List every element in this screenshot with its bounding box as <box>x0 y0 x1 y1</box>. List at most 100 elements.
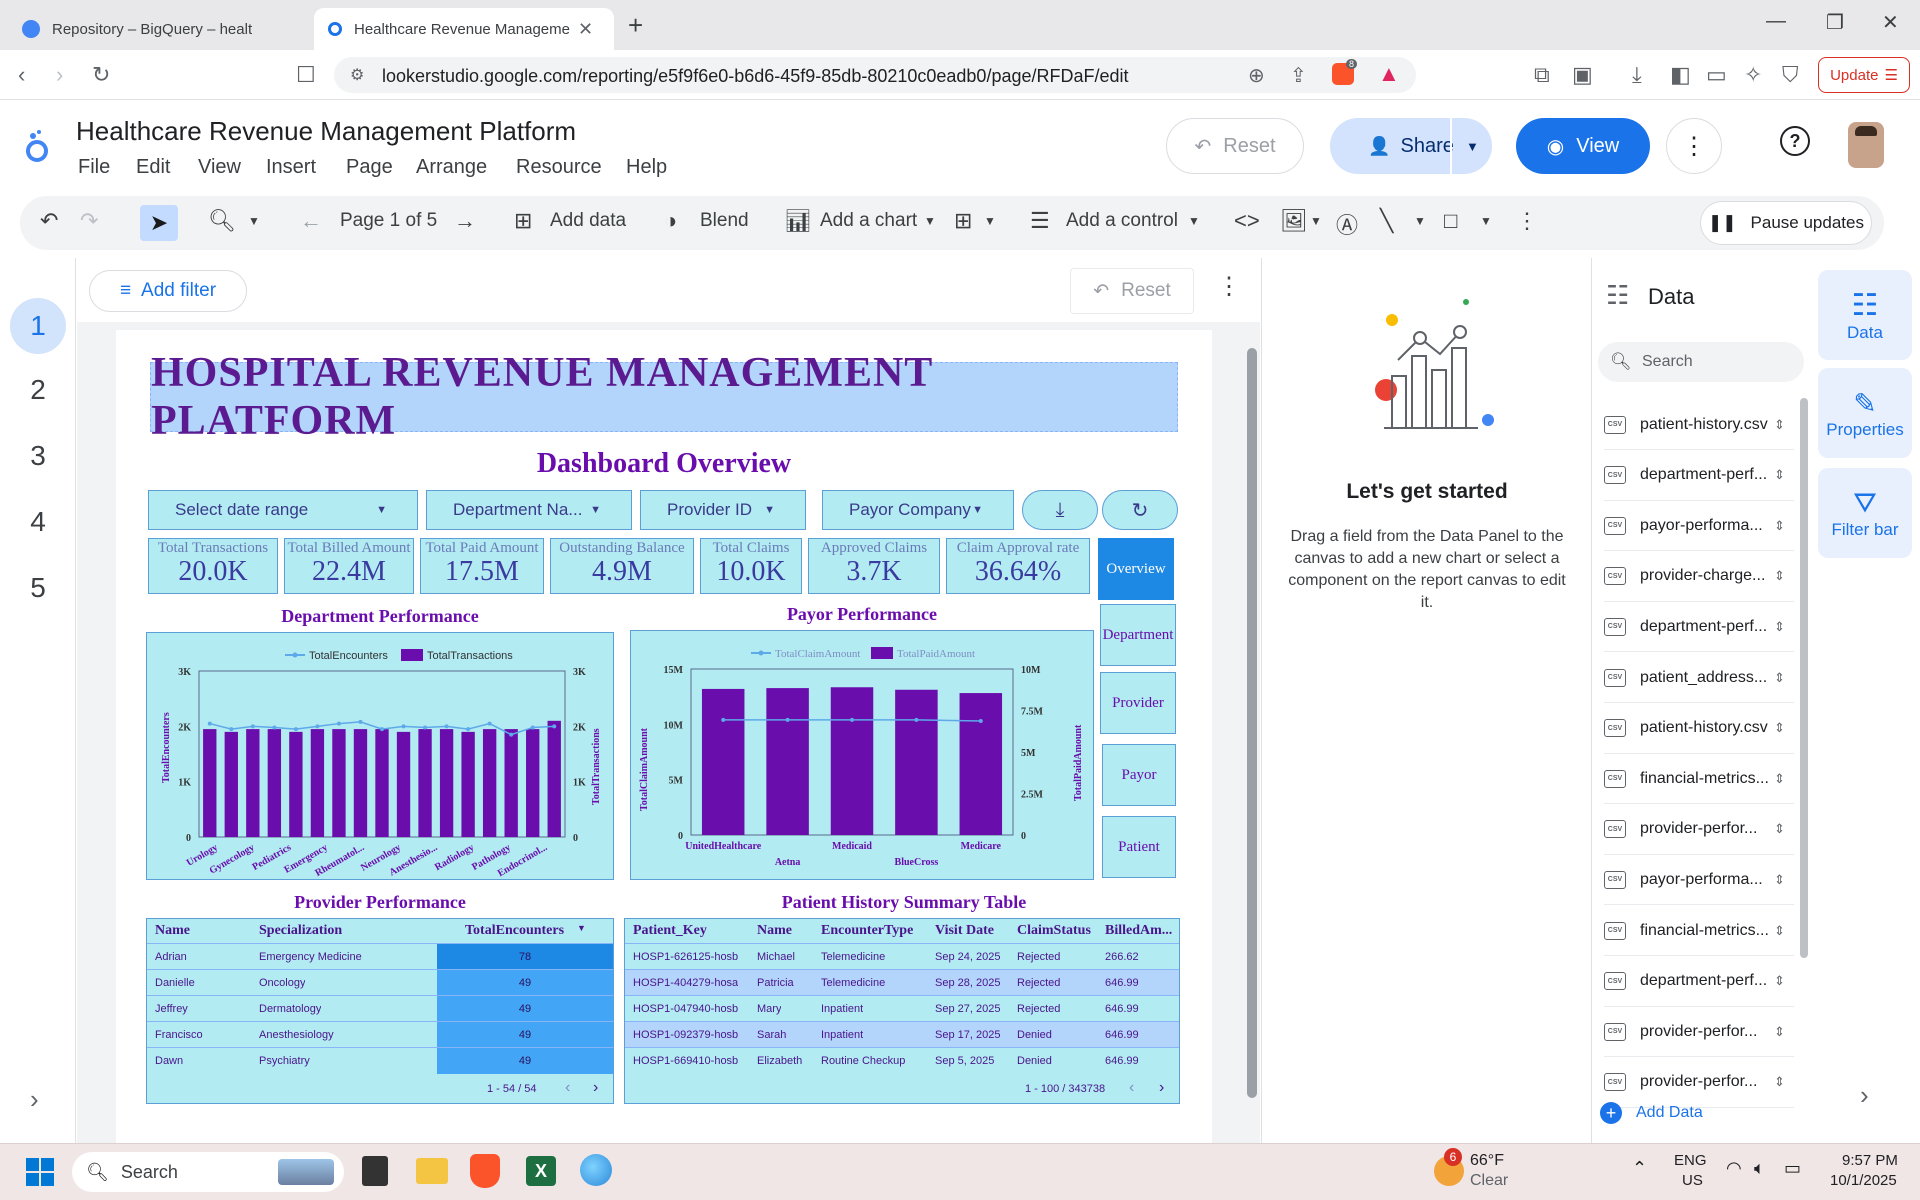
kpi-total-claims[interactable]: Total Claims 10.0K <box>700 538 802 594</box>
rail-properties-button[interactable]: ✎ Properties <box>1818 368 1912 458</box>
url-text[interactable]: lookerstudio.google.com/reporting/e5f9f6… <box>382 66 1129 87</box>
table-row[interactable]: HOSP1-092379-hosb Sarah Inpatient Sep 17, 2… <box>625 1021 1179 1047</box>
add-control-icon[interactable]: ☰ <box>1030 208 1050 234</box>
paint-icon[interactable] <box>580 1154 612 1186</box>
previous-page-icon[interactable]: ← <box>300 208 322 234</box>
download-button[interactable]: ⤓ <box>1022 490 1098 530</box>
update-button[interactable]: Update ☰ <box>1818 57 1910 93</box>
chevron-down-icon[interactable]: ▼ <box>248 214 260 228</box>
column-header[interactable]: Visit Date <box>935 923 994 939</box>
kpi-claim-approval-rate[interactable]: Claim Approval rate 36.64% <box>946 538 1090 594</box>
expand-collapse-icon[interactable]: ⇕ <box>1774 720 1785 736</box>
chevron-down-icon[interactable]: ▼ <box>1480 214 1492 228</box>
nav-patient-button[interactable]: Patient <box>1102 816 1176 878</box>
more-tools-icon[interactable]: ⋮ <box>1516 208 1538 234</box>
expand-collapse-icon[interactable]: ⇕ <box>1774 872 1785 888</box>
data-source-item[interactable]: CSV department-perf... ⇕ <box>1604 957 1794 1007</box>
minimize-icon[interactable]: — <box>1766 10 1786 33</box>
data-source-item[interactable]: CSV department-perf... ⇕ <box>1604 451 1794 501</box>
page-2-item[interactable]: 2 <box>10 362 66 418</box>
language-label[interactable]: ENG <box>1674 1152 1707 1169</box>
kpi-total-paid-amount[interactable]: Total Paid Amount 17.5M <box>420 538 544 594</box>
provider-id-control[interactable]: Provider ID ▼ <box>640 490 806 530</box>
table-row[interactable]: HOSP1-669410-hosb Elizabeth Routine Checku… <box>625 1047 1179 1073</box>
table-row[interactable]: Jeffrey Dermatology 49 <box>147 995 613 1022</box>
data-source-item[interactable]: CSV provider-perfor... ⇕ <box>1604 1058 1794 1108</box>
data-source-item[interactable]: CSV financial-metrics.... ⇕ <box>1604 906 1794 956</box>
expand-collapse-icon[interactable]: ⇕ <box>1774 821 1785 837</box>
share-page-icon[interactable]: ⇪ <box>1290 63 1307 88</box>
rail-data-button[interactable]: ☷ Data <box>1818 270 1912 360</box>
vpn-icon[interactable]: ⛉ <box>1782 62 1799 88</box>
data-source-item[interactable]: CSV provider-perfor... ⇕ <box>1604 805 1794 855</box>
dashboard-banner[interactable]: HOSPITAL REVENUE MANAGEMENT PLATFORM <box>150 350 1178 444</box>
add-chart-icon[interactable]: 📊︎ <box>784 208 812 234</box>
add-data-button[interactable]: Add data <box>550 210 626 232</box>
chevron-down-icon[interactable]: ▼ <box>1310 214 1322 228</box>
column-header[interactable]: Patient_Key <box>633 923 707 939</box>
chevron-down-icon[interactable]: ▼ <box>984 214 996 228</box>
leo-ai-icon[interactable]: ✧ <box>1744 62 1762 88</box>
data-source-item[interactable]: CSV provider-charge... ⇕ <box>1604 552 1794 602</box>
expand-collapse-icon[interactable]: ⇕ <box>1774 923 1785 939</box>
data-source-item[interactable]: CSV patient_address.... ⇕ <box>1604 653 1794 703</box>
expand-pages-icon[interactable]: › <box>30 1084 39 1115</box>
select-pointer-icon[interactable]: ➤ <box>140 205 178 241</box>
chevron-down-icon[interactable]: ▼ <box>1466 139 1479 154</box>
restore-icon[interactable]: ❐ <box>1826 10 1844 35</box>
more-options-icon[interactable]: ⋮ <box>1666 118 1722 174</box>
data-source-item[interactable]: CSV financial-metrics.... ⇕ <box>1604 754 1794 805</box>
nav-department-button[interactable]: Department <box>1100 604 1176 666</box>
clock-time[interactable]: 9:57 PM <box>1842 1152 1898 1169</box>
next-page-icon[interactable]: › <box>1159 1079 1164 1097</box>
table-row[interactable]: HOSP1-626125-hosb Michael Telemedicine Sep … <box>625 943 1179 969</box>
prev-page-icon[interactable]: ‹ <box>1129 1079 1134 1097</box>
tab-looker-studio[interactable]: Healthcare Revenue Managemen ✕ <box>314 8 614 50</box>
kpi-approved-claims[interactable]: Approved Claims 3.7K <box>808 538 940 594</box>
payor-company-control[interactable]: Payor Company ▼ <box>822 490 1014 530</box>
table-row[interactable]: HOSP1-047940-hosb Mary Inpatient Sep 27, 20… <box>625 995 1179 1021</box>
department-control[interactable]: Department Na... ▼ <box>426 490 632 530</box>
rail-filter-bar-button[interactable]: ⛛ Filter bar <box>1818 468 1912 558</box>
table-row[interactable]: HOSP1-404279-hosa Patricia Telemedicine Sep… <box>625 969 1179 995</box>
reset-button[interactable]: ↶ Reset <box>1166 118 1304 174</box>
data-panel-scrollbar[interactable] <box>1800 398 1808 958</box>
menu-resource[interactable]: Resource <box>516 156 602 179</box>
new-tab-button[interactable]: + <box>628 10 643 41</box>
blend-button[interactable]: Blend <box>700 210 749 232</box>
chevron-down-icon[interactable]: ▼ <box>1414 214 1426 228</box>
bookmark-icon[interactable]: ☐ <box>296 62 316 88</box>
zoom-icon[interactable]: 🔍︎ <box>208 208 236 234</box>
report-title[interactable]: Healthcare Revenue Management Platform <box>76 116 576 147</box>
chevron-down-icon[interactable]: ▼ <box>924 214 936 228</box>
payor-chart[interactable]: TotalClaimAmount TotalPaidAmount 0 5M 10M 15M… <box>630 630 1094 880</box>
battery-icon[interactable]: ▭ <box>1784 1158 1801 1179</box>
forward-icon[interactable]: › <box>56 62 63 88</box>
line-icon[interactable]: ╲ <box>1380 208 1393 234</box>
column-header[interactable]: BilledAm... <box>1105 923 1172 939</box>
menu-file[interactable]: File <box>78 156 110 179</box>
add-filter-button[interactable]: ≡ Add filter <box>89 270 247 312</box>
task-view-icon[interactable] <box>362 1156 388 1186</box>
add-data-icon[interactable]: ⊞ <box>514 208 532 234</box>
text-box-icon[interactable]: Ⓐ <box>1336 208 1358 240</box>
reader-icon[interactable]: ▣ <box>1572 62 1593 88</box>
wifi-icon[interactable]: ◠ <box>1726 1158 1742 1179</box>
back-icon[interactable]: ‹ <box>18 62 25 88</box>
expand-collapse-icon[interactable]: ⇕ <box>1774 619 1785 635</box>
sidebar-icon[interactable]: ◧ <box>1670 62 1691 88</box>
kpi-total-transactions[interactable]: Total Transactions 20.0K <box>148 538 278 594</box>
avatar[interactable] <box>1848 122 1884 168</box>
brave-browser-icon[interactable] <box>470 1154 500 1188</box>
patient-table[interactable]: Patient_Key Name EncounterType Visit Dat… <box>624 918 1180 1104</box>
collapse-panel-icon[interactable]: › <box>1860 1080 1869 1111</box>
provider-table[interactable]: Name Specialization TotalEncounters ▼ Ad… <box>146 918 614 1104</box>
chevron-down-icon[interactable]: ▼ <box>1188 214 1200 228</box>
page-3-item[interactable]: 3 <box>10 428 66 484</box>
dashboard-subtitle[interactable]: Dashboard Overview <box>146 448 1182 480</box>
column-header[interactable]: EncounterType <box>821 923 913 939</box>
kpi-outstanding-balance[interactable]: Outstanding Balance 4.9M <box>550 538 694 594</box>
chevron-up-icon[interactable]: ⌃ <box>1632 1158 1647 1179</box>
kpi-total-billed-amount[interactable]: Total Billed Amount 22.4M <box>284 538 414 594</box>
volume-icon[interactable]: 🔈︎ <box>1754 1158 1765 1179</box>
